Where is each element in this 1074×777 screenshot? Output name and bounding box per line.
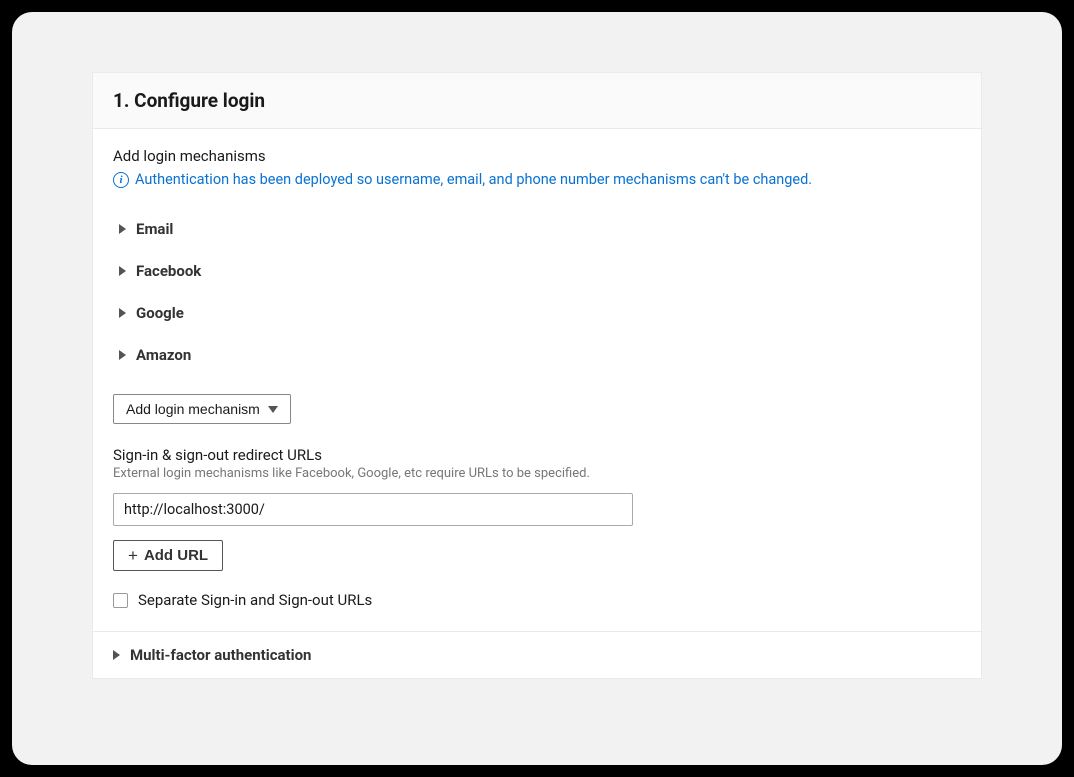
mechanism-item-facebook[interactable]: Facebook — [119, 250, 961, 292]
add-url-button[interactable]: + Add URL — [113, 540, 223, 571]
plus-icon: + — [128, 547, 138, 564]
mechanism-item-email[interactable]: Email — [119, 208, 961, 250]
redirect-url-input[interactable] — [113, 493, 633, 526]
info-note-text: Authentication has been deployed so user… — [135, 171, 812, 188]
separate-urls-checkbox-row[interactable]: Separate Sign-in and Sign-out URLs — [113, 591, 961, 609]
add-login-subheading: Add login mechanisms — [113, 147, 961, 165]
redirect-urls-label: Sign-in & sign-out redirect URLs — [113, 446, 961, 464]
separate-urls-label: Separate Sign-in and Sign-out URLs — [138, 591, 372, 609]
mechanism-label: Amazon — [136, 346, 191, 364]
expand-icon — [113, 650, 120, 660]
mfa-label: Multi-factor authentication — [130, 646, 311, 664]
mechanism-label: Facebook — [136, 262, 201, 280]
mechanism-item-google[interactable]: Google — [119, 292, 961, 334]
mechanism-label: Email — [136, 220, 173, 238]
redirect-urls-help: External login mechanisms like Facebook,… — [113, 466, 961, 481]
expand-icon — [119, 308, 126, 318]
mfa-section-toggle[interactable]: Multi-factor authentication — [93, 631, 981, 678]
expand-icon — [119, 350, 126, 360]
panel-header: 1. Configure login — [93, 73, 981, 129]
mechanism-label: Google — [136, 304, 184, 322]
add-url-label: Add URL — [144, 547, 208, 564]
panel-body: Add login mechanisms i Authentication ha… — [93, 129, 981, 631]
mechanism-list: Email Facebook Google Amazon — [113, 208, 961, 376]
info-icon: i — [113, 172, 129, 188]
page-container: 1. Configure login Add login mechanisms … — [12, 12, 1062, 765]
add-login-mechanism-dropdown[interactable]: Add login mechanism — [113, 394, 291, 424]
panel-title: 1. Configure login — [113, 89, 961, 112]
mechanism-item-amazon[interactable]: Amazon — [119, 334, 961, 376]
info-note: i Authentication has been deployed so us… — [113, 171, 961, 188]
checkbox-icon[interactable] — [113, 593, 128, 608]
expand-icon — [119, 224, 126, 234]
expand-icon — [119, 266, 126, 276]
configure-login-panel: 1. Configure login Add login mechanisms … — [92, 72, 982, 679]
chevron-down-icon — [268, 406, 278, 413]
dropdown-label: Add login mechanism — [126, 401, 260, 417]
